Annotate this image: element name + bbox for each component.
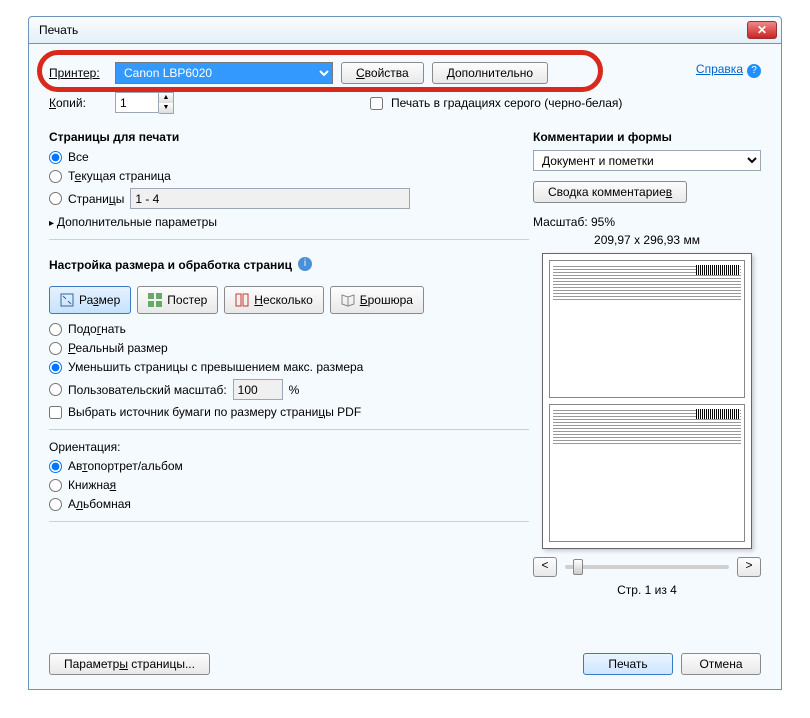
printer-label: Принтер: <box>49 66 107 80</box>
print-dialog: Печать ✕ Справка? Принтер: Canon LBP6020… <box>0 0 810 718</box>
preview-prev-button[interactable]: < <box>533 557 557 577</box>
info-icon[interactable]: i <box>298 257 312 271</box>
slider-thumb[interactable] <box>573 559 583 575</box>
custom-scale-input[interactable] <box>233 379 283 400</box>
pages-range-input[interactable] <box>130 188 410 209</box>
print-preview <box>542 253 752 549</box>
titlebar: Печать ✕ <box>28 16 782 44</box>
pages-range-radio[interactable] <box>49 192 62 205</box>
multiple-tab[interactable]: Несколько <box>224 286 323 314</box>
pages-more-disclosure[interactable]: Дополнительные параметры <box>49 215 529 229</box>
grayscale-label: Печать в градациях серого (черно-белая) <box>391 96 622 110</box>
fit-radio[interactable] <box>49 323 62 336</box>
comments-select[interactable]: Документ и пометки <box>533 150 761 171</box>
spin-up-icon: ▲ <box>159 93 173 103</box>
poster-icon <box>148 293 162 307</box>
copies-spinner[interactable]: ▲▼ <box>115 92 174 114</box>
orient-auto-radio[interactable] <box>49 460 62 473</box>
orient-portrait-radio[interactable] <box>49 479 62 492</box>
dialog-content: Справка? Принтер: Canon LBP6020 Свойства… <box>28 44 782 690</box>
spin-down-icon: ▼ <box>159 103 173 113</box>
orientation-title: Ориентация: <box>49 440 529 454</box>
pages-all-radio[interactable] <box>49 151 62 164</box>
print-button[interactable]: Печать <box>583 653 673 675</box>
booklet-icon <box>341 293 355 307</box>
page-setup-button[interactable]: Параметры страницы... <box>49 653 210 675</box>
advanced-button[interactable]: Дополнительно <box>432 62 548 84</box>
actual-radio[interactable] <box>49 342 62 355</box>
cancel-button[interactable]: Отмена <box>681 653 761 675</box>
pages-current-radio[interactable] <box>49 170 62 183</box>
size-icon <box>60 293 74 307</box>
comments-summary-button[interactable]: Сводка комментариев <box>533 181 687 203</box>
sizing-section-title: Настройка размера и обработка страниц <box>49 258 292 272</box>
size-tab[interactable]: Размер <box>49 286 131 314</box>
paper-source-checkbox[interactable] <box>49 406 62 419</box>
close-button[interactable]: ✕ <box>747 21 777 39</box>
shrink-radio[interactable] <box>49 361 62 374</box>
preview-slider[interactable] <box>565 565 729 569</box>
preview-dimensions: 209,97 x 296,93 мм <box>533 233 761 247</box>
poster-tab[interactable]: Постер <box>137 286 218 314</box>
preview-next-button[interactable]: > <box>737 557 761 577</box>
printer-select[interactable]: Canon LBP6020 <box>115 62 333 84</box>
help-icon: ? <box>747 64 761 78</box>
scale-label: Масштаб: 95% <box>533 215 761 229</box>
copies-label: Копий: <box>49 96 107 110</box>
grayscale-checkbox[interactable] <box>370 97 383 110</box>
copies-input[interactable] <box>115 92 159 113</box>
custom-radio[interactable] <box>49 383 62 396</box>
comments-section-title: Комментарии и формы <box>533 130 761 144</box>
pages-section-title: Страницы для печати <box>49 130 529 144</box>
multiple-icon <box>235 293 249 307</box>
preview-page-lower <box>549 404 745 542</box>
properties-button[interactable]: Свойства <box>341 62 424 84</box>
booklet-tab[interactable]: Брошюра <box>330 286 424 314</box>
help-link[interactable]: Справка? <box>696 62 761 78</box>
preview-page-info: Стр. 1 из 4 <box>533 583 761 597</box>
window-title: Печать <box>39 23 747 37</box>
preview-page-upper <box>549 260 745 398</box>
orient-landscape-radio[interactable] <box>49 498 62 511</box>
